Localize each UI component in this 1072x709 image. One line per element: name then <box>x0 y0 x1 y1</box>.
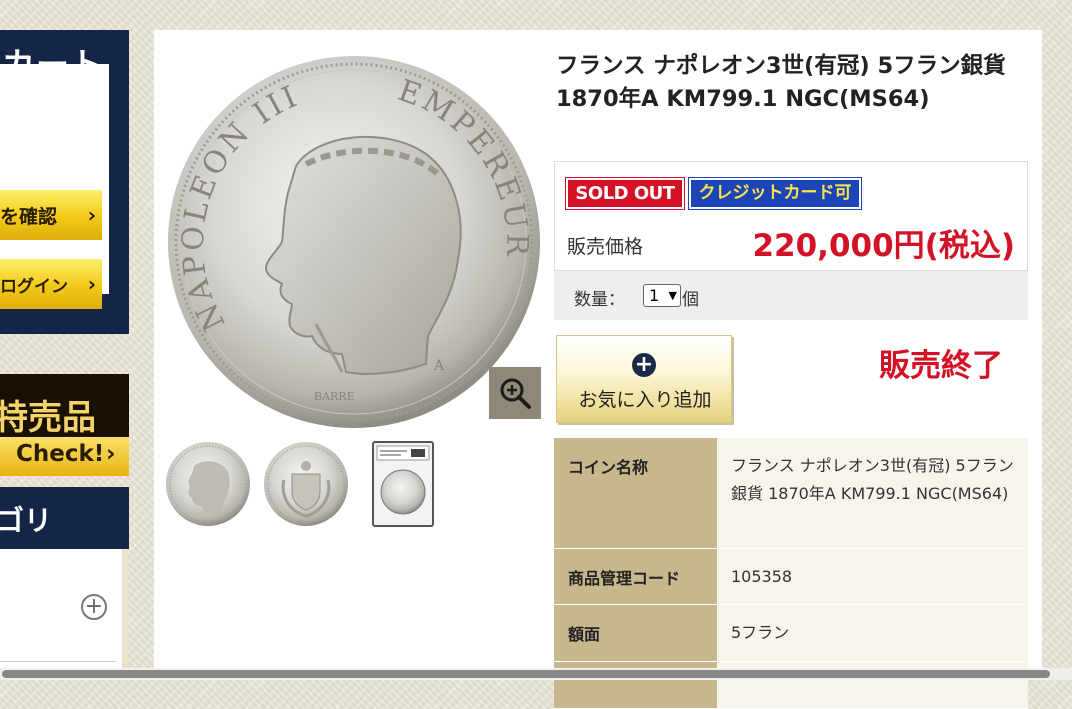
quantity-label: 数量： <box>574 290 625 310</box>
category-divider <box>0 661 116 662</box>
sale-check-bar[interactable]: Check! › <box>0 437 129 476</box>
plus-icon: + <box>632 353 656 377</box>
add-favorite-label: お気に入り追加 <box>578 389 712 411</box>
coin-main-image[interactable]: NAPOLEON III EMPEREUR BARRE A <box>166 54 542 430</box>
login-label: ログイン <box>0 276 68 297</box>
thumbnail-reverse[interactable] <box>262 440 350 528</box>
sale-banner-text: 特売品 <box>0 398 96 438</box>
coin-mint-mark: A <box>433 358 445 374</box>
quantity-value: 1 <box>649 286 660 305</box>
sale-check-label: Check! <box>16 441 105 467</box>
spec-row: 商品管理コード 105358 <box>554 548 1028 605</box>
spec-row: コイン名称 フランス ナポレオン3世(有冠) 5フラン銀貨 1870年A KM7… <box>554 438 1028 549</box>
cart-confirm-button[interactable]: を確認 › <box>0 190 102 240</box>
category-header: ゴリ <box>0 487 129 549</box>
credit-card-badge: クレジットカード可 <box>688 177 862 210</box>
zoom-in-button[interactable] <box>489 367 541 419</box>
horizontal-scrollbar[interactable] <box>0 668 1072 680</box>
spec-value: 5フラン <box>717 604 1028 662</box>
coin-engraver-mark: BARRE <box>314 390 355 403</box>
category-title: ゴリ <box>0 504 53 537</box>
thumbnail-obverse[interactable] <box>164 440 252 528</box>
spec-key: 商品管理コード <box>554 548 717 605</box>
add-favorite-button[interactable]: + お気に入り追加 <box>556 335 732 423</box>
quantity-row <box>554 271 1028 320</box>
thumbnail-slab[interactable] <box>367 440 455 528</box>
spec-value: フランス ナポレオン3世(有冠) 5フラン銀貨 1870年A KM799.1 N… <box>717 438 1028 549</box>
spec-value: 105358 <box>717 548 1028 605</box>
quantity-unit: 個 <box>682 290 699 310</box>
login-button[interactable]: ログイン › <box>0 259 102 309</box>
chevron-right-icon: › <box>106 441 116 467</box>
chevron-down-icon: ▼ <box>668 289 677 302</box>
price-label: 販売価格 <box>567 236 644 258</box>
sale-banner[interactable]: 特売品 Check! › <box>0 374 129 476</box>
zoom-in-icon <box>500 378 531 409</box>
sale-ended-status: 販売終了 <box>879 348 1003 384</box>
cart-confirm-label: を確認 <box>0 205 58 228</box>
price-value: 220,000円(税込) <box>752 228 1015 264</box>
spec-row: 額面 5フラン <box>554 604 1028 662</box>
chevron-right-icon: › <box>87 203 96 227</box>
sold-out-badge: SOLD OUT <box>565 177 685 210</box>
plus-circle-icon[interactable]: + <box>81 594 107 620</box>
product-title: フランス ナポレオン3世(有冠) 5フラン銀貨 1870年A KM799.1 N… <box>556 53 1006 112</box>
scrollbar-thumb[interactable] <box>2 670 1050 678</box>
spec-key: コイン名称 <box>554 438 717 549</box>
quantity-select[interactable]: 1 ▼ <box>643 284 681 307</box>
chevron-right-icon: › <box>87 272 96 296</box>
spec-key: 額面 <box>554 604 717 662</box>
